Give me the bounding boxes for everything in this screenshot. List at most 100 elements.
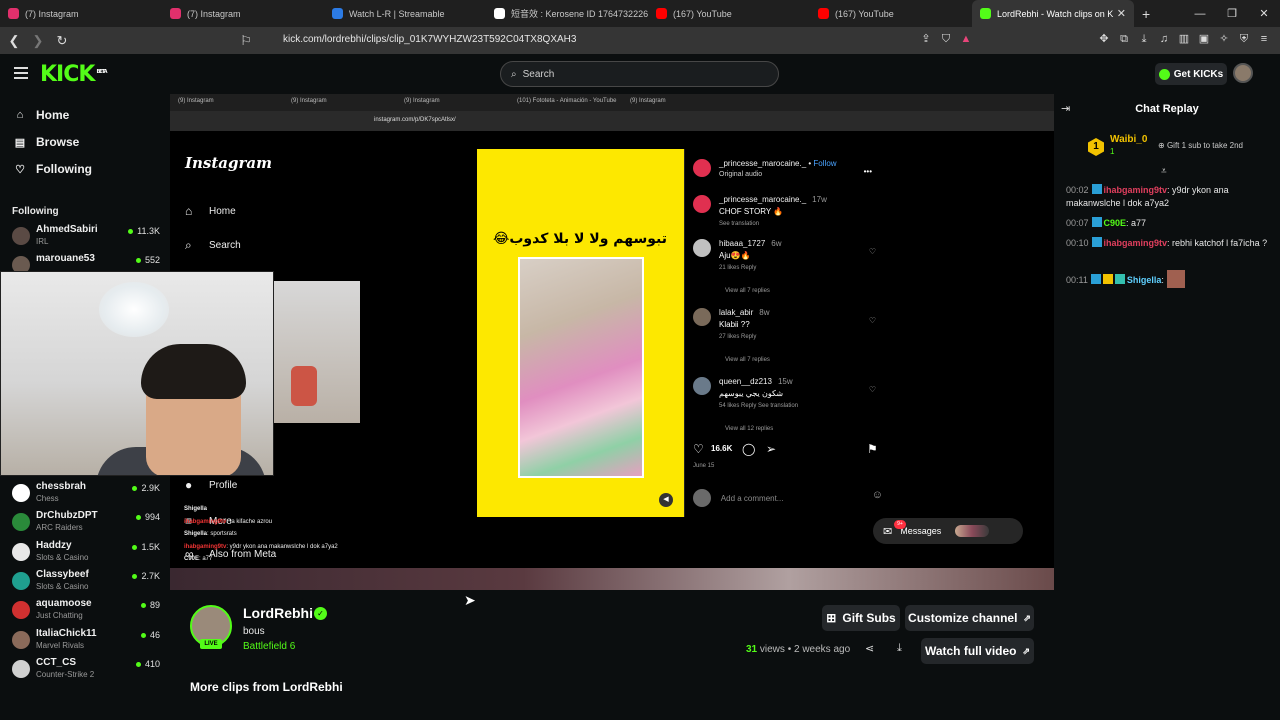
share-icon[interactable]: ⋖ <box>865 642 874 655</box>
messenger-icon: ✉ <box>883 525 893 538</box>
followed-channel[interactable]: Classybeef Slots & Casino 2.7K <box>12 569 160 595</box>
browser-tab[interactable]: (167) YouTube <box>648 0 810 27</box>
comment-text: CHOF STORY 🔥 <box>719 207 784 216</box>
close-tab-icon[interactable]: ✕ <box>1117 7 1126 20</box>
overlay-chat-text: : y9dr ykon ana makanwslche l dok a7ya2 <box>226 543 338 550</box>
overlay-chat-user: ihabgaming9tv <box>184 518 227 525</box>
bookmark-icon[interactable]: ⚐ <box>236 33 256 49</box>
hamburger-menu-icon[interactable] <box>14 67 28 82</box>
avatar: ● <box>185 478 193 492</box>
share-icon[interactable]: ⇪ <box>920 33 932 45</box>
close-window-icon[interactable]: ✕ <box>1248 7 1280 20</box>
address-bar: ❮ ❯ ↻ ⚐ kick.com/lordrebhi/clips/clip_01… <box>0 27 1280 54</box>
browser-tab[interactable]: LordRebhi - Watch clips on K ✕ <box>972 0 1134 27</box>
avatar <box>12 601 30 620</box>
rewards-icon[interactable]: ▲ <box>960 33 972 45</box>
avatar <box>693 308 711 326</box>
overlay-chat-line: Shigella <box>184 506 207 512</box>
channel-category: Slots & Casino <box>36 552 89 562</box>
post-date: June 15 <box>693 463 715 469</box>
tab-label: (7) Instagram <box>187 8 241 19</box>
comment-age: 15w <box>777 377 793 386</box>
browser-tab[interactable]: 短音效 : Kerosene ID 1764732226 | Y <box>486 0 648 27</box>
heart-icon: ♡ <box>15 163 25 176</box>
browser-tab[interactable]: (167) YouTube <box>810 0 972 27</box>
search-input[interactable]: ⌕ Search <box>500 61 779 87</box>
screenshot-icon[interactable]: ⧉ <box>1118 33 1130 45</box>
sidebar-nav-home[interactable]: ⌂ Home <box>12 108 70 122</box>
vpn-icon[interactable]: ⛨ <box>1238 33 1250 45</box>
tab-label: (167) YouTube <box>835 8 894 19</box>
browser-toolbar-icons: ⇪ ⛉ ▲ ✥ ⧉ ⤓ ♫ ▥ ▣ ✧ ⛨ ≡ <box>920 33 1270 45</box>
menu-icon[interactable]: ≡ <box>1258 33 1270 45</box>
get-kicks-button[interactable]: Get KICKs <box>1155 63 1227 85</box>
clip-age: • 2 weeks ago <box>784 644 851 655</box>
sidebar-nav-following[interactable]: ♡ Following <box>12 162 92 176</box>
overlay-chat-text: : a77 <box>199 556 213 562</box>
inner-address-bar: instagram.com/p/DK7spcAtlsx/ <box>170 111 1054 131</box>
chat-text: : <box>1161 275 1164 285</box>
overlay-chat-user: C90E <box>184 556 200 562</box>
comment-age: 8w <box>759 308 770 317</box>
watch-full-video-button[interactable]: Watch full video ⇗ <box>921 638 1034 664</box>
viewer-count: 552 <box>136 255 160 265</box>
viewer-count: 410 <box>136 659 160 669</box>
followed-channel[interactable]: DrChubzDPT ARC Raiders 994 <box>12 510 160 536</box>
browser-tab[interactable]: Watch L-R | Streamable <box>324 0 486 27</box>
minimize-icon[interactable]: — <box>1184 8 1216 20</box>
expand-icon[interactable]: ⩡ <box>1161 166 1167 177</box>
channel-name[interactable]: LordRebhi <box>243 605 313 621</box>
audio-label: Original audio <box>719 171 763 178</box>
followed-channel[interactable]: Haddzy Slots & Casino 1.5K <box>12 540 160 566</box>
channel-name: AhmedSabiri <box>36 224 98 235</box>
user-avatar[interactable] <box>1233 63 1253 83</box>
secondary-webcam <box>274 281 360 423</box>
chat-text: : rebhi katchof l fa7icha ? <box>1167 238 1268 248</box>
download-icon[interactable]: ⤓ <box>1138 33 1150 45</box>
tab-label: (7) Instagram <box>25 8 79 19</box>
followed-channel[interactable]: aquamoose Just Chatting 89 <box>12 598 160 624</box>
tab-label: (167) YouTube <box>673 8 732 19</box>
followed-channel[interactable]: chessbrah Chess 2.9K <box>12 481 160 507</box>
followed-channel[interactable]: ItaliaChick11 Marvel Rivals 46 <box>12 628 160 654</box>
followed-channel[interactable]: AhmedSabiri IRL 11.3K <box>12 224 160 250</box>
back-icon[interactable]: ❮ <box>4 33 24 49</box>
external-link-icon: ⇗ <box>1023 612 1031 623</box>
followed-channel[interactable]: CCT_CS Counter-Strike 2 410 <box>12 657 160 683</box>
overlay-chat-text: : ta kifache azrou <box>226 518 273 525</box>
viewer-count: 2.9K <box>132 483 160 493</box>
new-tab-button[interactable]: + <box>1142 6 1150 22</box>
sidebar-icon[interactable]: ▥ <box>1178 33 1190 45</box>
tab-favicon-icon <box>494 8 505 19</box>
customize-channel-button[interactable]: Customize channel ⇗ <box>905 605 1034 631</box>
wallet-icon[interactable]: ▣ <box>1198 33 1210 45</box>
comment-meta: 27 likes Reply <box>719 334 757 340</box>
maximize-icon[interactable]: ❐ <box>1216 7 1248 20</box>
browser-tab[interactable]: (7) Instagram <box>0 0 162 27</box>
sidebar-nav-browse[interactable]: ▤ Browse <box>12 135 80 149</box>
window-controls: — ❐ ✕ <box>1184 0 1280 27</box>
viewer-count: 2.7K <box>132 571 160 581</box>
shield-icon[interactable]: ⛉ <box>940 33 952 45</box>
post-video-thumbnail <box>518 257 644 478</box>
instagram-nav-item: ⌂ Home <box>185 204 236 218</box>
video-bottom-strip <box>170 568 1054 590</box>
channel-name: aquamoose <box>36 598 92 610</box>
browser-tab[interactable]: (7) Instagram <box>162 0 324 27</box>
leo-icon[interactable]: ✧ <box>1218 33 1230 45</box>
reload-icon[interactable]: ↻ <box>52 33 72 49</box>
channel-name: CCT_CS <box>36 656 77 668</box>
avatar <box>12 571 30 590</box>
url-field[interactable]: kick.com/lordrebhi/clips/clip_01K7WYHZW2… <box>283 34 576 45</box>
media-icon[interactable]: ♫ <box>1158 33 1170 45</box>
badge-icon <box>1091 217 1102 227</box>
download-icon[interactable]: ⤓ <box>897 642 902 655</box>
gifter-name: Waibi_0 <box>1110 134 1148 145</box>
category-link[interactable]: Battlefield 6 <box>243 641 295 652</box>
gift-subs-button[interactable]: ⊞ Gift Subs <box>822 605 900 631</box>
overlay-chat-text: : sportsrats <box>207 531 237 537</box>
kick-logo[interactable]: KICK BETA <box>40 62 108 87</box>
extensions-icon[interactable]: ✥ <box>1098 33 1110 45</box>
forward-icon[interactable]: ❯ <box>28 33 48 49</box>
comment-age: 6w <box>771 239 782 248</box>
